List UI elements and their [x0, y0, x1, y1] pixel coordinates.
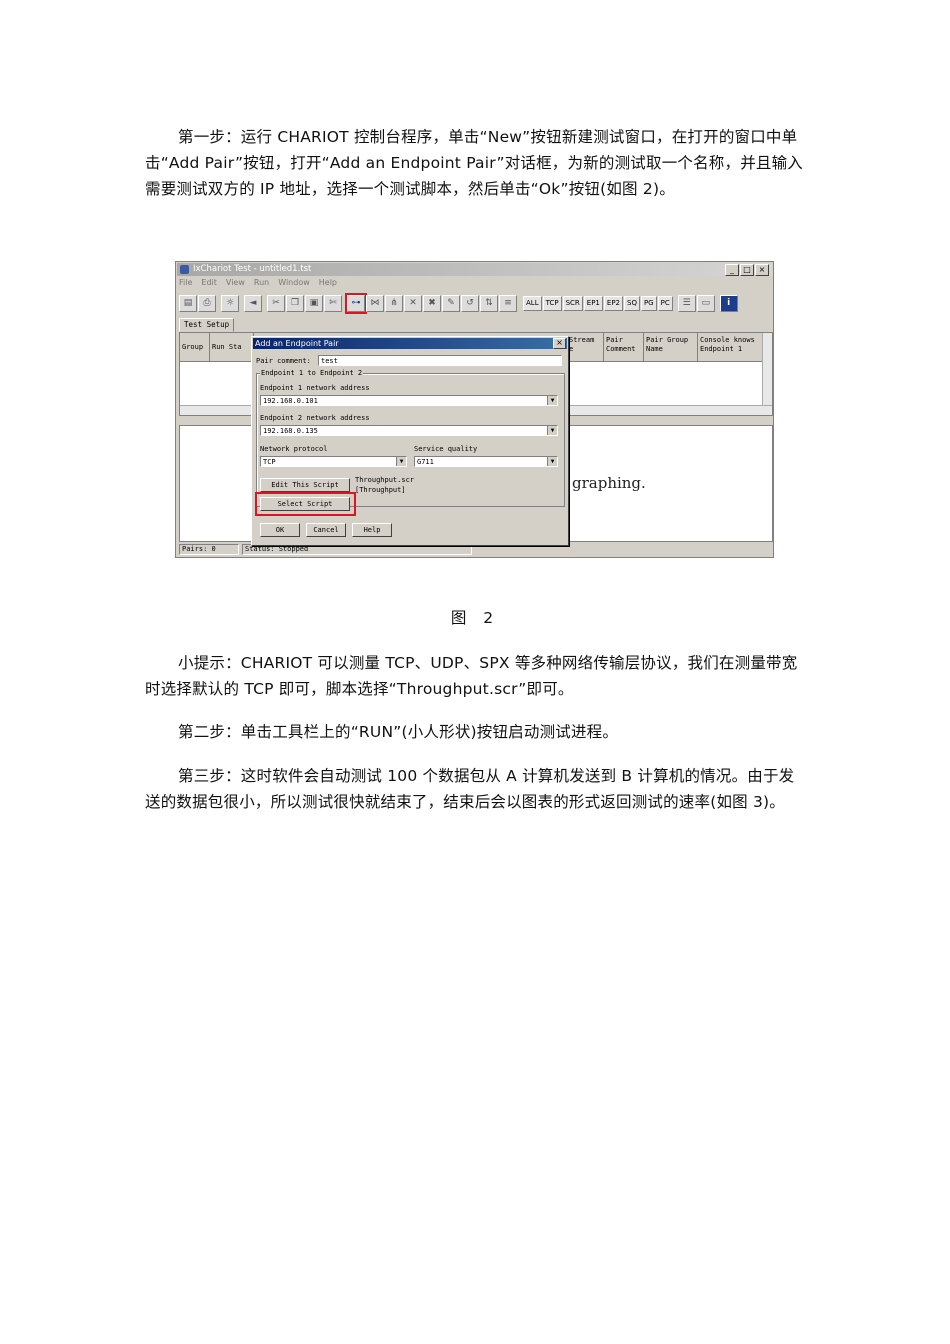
- maximize-button[interactable]: □: [740, 264, 754, 276]
- pair-comment-label: Pair comment:: [256, 357, 311, 365]
- window-icon[interactable]: ▭: [696, 294, 715, 312]
- cut-icon[interactable]: ✂: [267, 294, 285, 312]
- filter-scr-button[interactable]: SCR: [562, 295, 583, 311]
- tip-paragraph: 小提示：CHARIOT 可以测量 TCP、UDP、SPX 等多种网络传输层协议，…: [145, 654, 798, 698]
- script-file-name: Throughput.scr: [355, 476, 415, 484]
- endpoint2-address-input[interactable]: 192.168.0.135 ▼: [260, 425, 558, 436]
- close-button[interactable]: ×: [755, 264, 769, 276]
- group-icon[interactable]: ✖: [423, 294, 441, 312]
- filter-all-button[interactable]: ALL: [523, 295, 542, 311]
- print-icon[interactable]: ⎙: [198, 294, 216, 312]
- minimize-button[interactable]: _: [725, 264, 739, 276]
- refresh-icon[interactable]: ↺: [461, 294, 479, 312]
- endpoint1-address-input[interactable]: 192.168.0.101 ▼: [260, 395, 558, 406]
- step1-paragraph: 第一步：运行 CHARIOT 控制台程序，单击“New”按钮新建测试窗口，在打开…: [145, 128, 804, 198]
- toolbar: ▤ ⎙ ☼ ◄ ✂ ❐ ▣ ✄ ⊶ ⋈ ⋔ ✕ ✖ ✎ ↺ ⇅ ≡ ALL TC…: [179, 292, 770, 314]
- ok-button[interactable]: OK: [260, 523, 300, 537]
- graphing-text: graphing.: [572, 474, 646, 492]
- menu-view[interactable]: View: [226, 278, 245, 290]
- filter-sq-button[interactable]: SQ: [624, 295, 640, 311]
- col-stream[interactable]: Stream e: [567, 333, 604, 361]
- chariot-screenshot: IxChariot Test - untitled1.tst _ □ × Fil…: [175, 261, 774, 558]
- endpoint-group-label: Endpoint 1 to Endpoint 2: [260, 369, 364, 377]
- endpoint-icon[interactable]: ⋔: [385, 294, 403, 312]
- menu-file[interactable]: File: [179, 278, 192, 290]
- delete-icon[interactable]: ✄: [324, 294, 342, 312]
- menu-window[interactable]: Window: [278, 278, 310, 290]
- options-icon[interactable]: ≡: [499, 294, 517, 312]
- paste-icon[interactable]: ▣: [305, 294, 323, 312]
- stop-icon[interactable]: ◄: [244, 294, 262, 312]
- edit-icon[interactable]: ✎: [442, 294, 460, 312]
- network-protocol-select[interactable]: TCP ▼: [260, 456, 407, 467]
- edit-script-button[interactable]: Edit This Script: [260, 478, 350, 492]
- copy-icon[interactable]: ❐: [286, 294, 304, 312]
- filter-pc-button[interactable]: PC: [657, 295, 673, 311]
- chevron-down-icon[interactable]: ▼: [396, 457, 406, 466]
- add-pair-icon[interactable]: ⊶: [345, 292, 367, 314]
- filter-tcp-button[interactable]: TCP: [542, 295, 562, 311]
- col-run-status[interactable]: Run Sta: [210, 333, 254, 361]
- figure-caption: 图 2: [450, 609, 500, 627]
- step2-paragraph: 第二步：单击工具栏上的“RUN”(小人形状)按钮启动测试进程。: [178, 723, 619, 741]
- window-title: IxChariot Test - untitled1.tst: [193, 264, 312, 274]
- service-quality-select[interactable]: G711 ▼: [414, 456, 558, 467]
- pair-comment-input[interactable]: test: [318, 355, 562, 366]
- tab-test-setup[interactable]: Test Setup: [179, 318, 235, 332]
- run-icon[interactable]: ☼: [221, 294, 239, 312]
- script-title: [Throughput]: [355, 486, 406, 494]
- network-protocol-label: Network protocol: [260, 445, 328, 453]
- chevron-down-icon[interactable]: ▼: [547, 426, 557, 435]
- menu-help[interactable]: Help: [319, 278, 337, 290]
- list-icon[interactable]: ☰: [677, 294, 696, 312]
- endpoint1-label: Endpoint 1 network address: [260, 384, 370, 392]
- dialog-close-icon[interactable]: ×: [553, 338, 566, 349]
- filter-ep2-button[interactable]: EP2: [603, 295, 623, 311]
- menu-run[interactable]: Run: [254, 278, 269, 290]
- save-icon[interactable]: ▤: [179, 294, 197, 312]
- step3-paragraph: 第三步：这时软件会自动测试 100 个数据包从 A 计算机发送到 B 计算机的情…: [145, 767, 795, 811]
- menu-bar: File Edit View Run Window Help: [179, 278, 337, 290]
- filter-pg-button[interactable]: PG: [640, 295, 657, 311]
- col-pair-group-name[interactable]: Pair Group Name: [644, 333, 698, 361]
- swap-icon[interactable]: ✕: [404, 294, 422, 312]
- help-button[interactable]: Help: [352, 523, 392, 537]
- cancel-button[interactable]: Cancel: [306, 523, 346, 537]
- tab-bar: Test Setup: [179, 318, 235, 332]
- endpoint2-address-value: 192.168.0.135: [263, 427, 318, 435]
- endpoint2-label: Endpoint 2 network address: [260, 414, 370, 422]
- network-protocol-value: TCP: [263, 458, 276, 466]
- add-endpoint-pair-dialog: Add an Endpoint Pair × Pair comment: tes…: [251, 336, 569, 546]
- vertical-scrollbar[interactable]: [762, 333, 772, 405]
- select-script-highlight: [255, 492, 356, 516]
- menu-edit[interactable]: Edit: [201, 278, 217, 290]
- chevron-down-icon[interactable]: ▼: [547, 457, 557, 466]
- dialog-title: Add an Endpoint Pair: [253, 338, 567, 349]
- info-icon[interactable]: i: [719, 294, 738, 312]
- col-group[interactable]: Group: [180, 333, 210, 361]
- chevron-down-icon[interactable]: ▼: [547, 396, 557, 405]
- window-titlebar: IxChariot Test - untitled1.tst _ □ ×: [177, 263, 772, 276]
- service-quality-value: G711: [417, 458, 434, 466]
- service-quality-label: Service quality: [414, 445, 478, 453]
- app-icon: [180, 265, 189, 274]
- add-multicast-icon[interactable]: ⋈: [366, 294, 384, 312]
- pairs-count: Pairs: 0: [179, 544, 239, 555]
- col-pair-comment[interactable]: Pair Comment: [604, 333, 644, 361]
- endpoint1-address-value: 192.168.0.101: [263, 397, 318, 405]
- filter-ep1-button[interactable]: EP1: [583, 295, 603, 311]
- sort-icon[interactable]: ⇅: [480, 294, 498, 312]
- col-console-knows[interactable]: Console knows Endpoint 1: [698, 333, 762, 361]
